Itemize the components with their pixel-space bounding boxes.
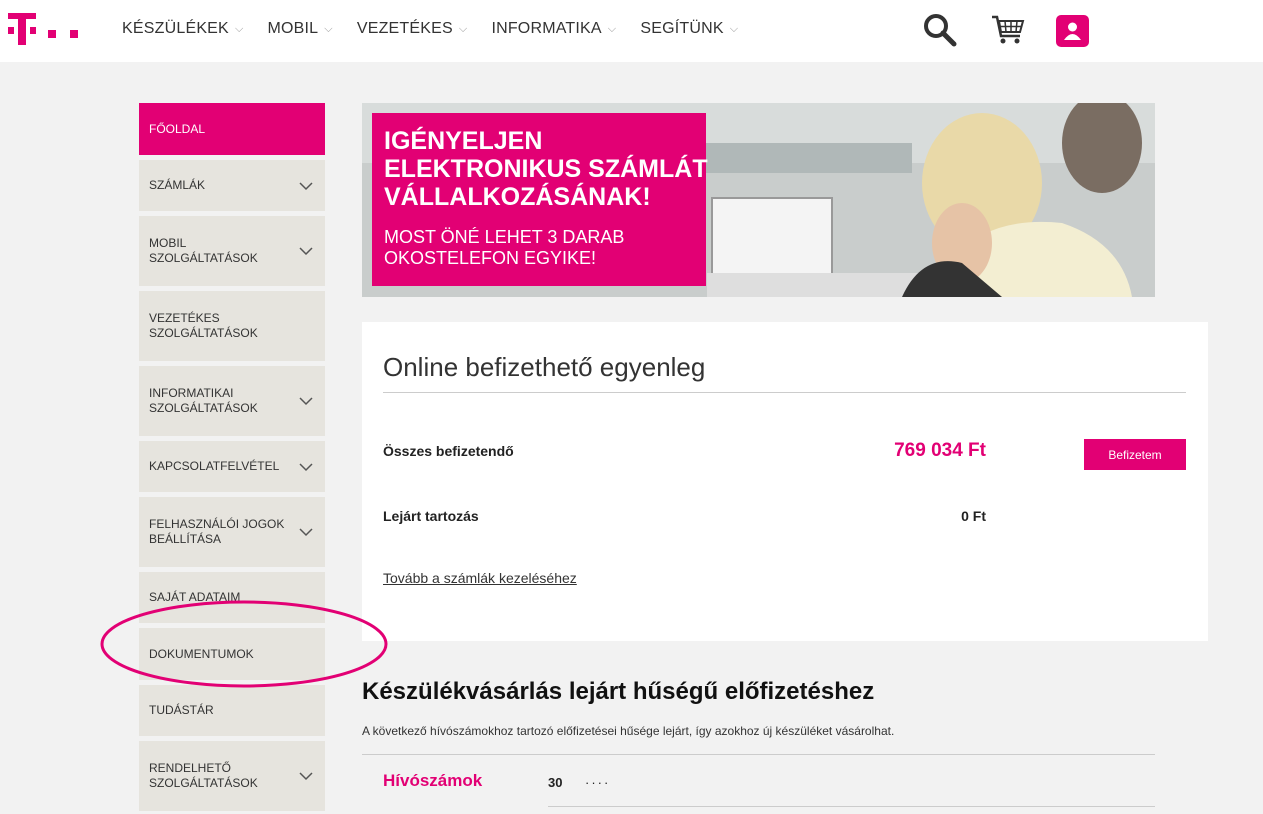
chevron-down-icon: ⌵	[729, 22, 739, 35]
phone-number-prefix[interactable]: 30	[548, 775, 562, 790]
nav-label: INFORMATIKA	[491, 20, 602, 37]
nav-item-segitunk[interactable]: SEGÍTÜNK ⌵	[640, 20, 738, 38]
sidebar-item-rendelheto-szolgaltatasok[interactable]: RENDELHETŐ SZOLGÁLTATÁSOK	[139, 741, 325, 811]
cart-icon[interactable]	[990, 12, 1026, 53]
chevron-down-icon: ⌵	[458, 22, 468, 35]
sidebar-item-mobil-szolgaltatasok[interactable]: MOBIL SZOLGÁLTATÁSOK	[139, 216, 325, 286]
sidebar-item-label: VEZETÉKES SZOLGÁLTATÁSOK	[149, 311, 258, 340]
divider	[548, 806, 1155, 807]
chevron-down-icon: ⌵	[234, 22, 244, 35]
sidebar-item-label: DOKUMENTUMOK	[149, 646, 254, 661]
main-nav: KÉSZÜLÉKEK ⌵ MOBIL ⌵ VEZETÉKES ⌵ INFORMATIK…	[122, 20, 762, 38]
overdue-value: 0 Ft	[961, 508, 986, 524]
balance-card: Online befizethető egyenleg Összes befiz…	[362, 322, 1208, 641]
user-icon[interactable]	[1056, 15, 1089, 52]
total-label: Összes befizetendő	[383, 443, 514, 459]
sidebar-item-szamlak[interactable]: SZÁMLÁK	[139, 160, 325, 211]
device-section-title: Készülékvásárlás lejárt hűségű előfizeté…	[362, 678, 875, 705]
sidebar-item-dokumentumok[interactable]: DOKUMENTUMOK	[139, 628, 325, 680]
top-navigation-bar: KÉSZÜLÉKEK ⌵ MOBIL ⌵ VEZETÉKES ⌵ INFORMATIK…	[0, 0, 1263, 62]
chevron-down-icon	[299, 247, 313, 256]
banner-subline: MOST ÖNÉ LEHET 3 DARAB OKOSTELEFON EGYIK…	[384, 227, 625, 268]
chevron-down-icon	[299, 397, 313, 406]
sidebar-item-informatikai-szolgaltatasok[interactable]: INFORMATIKAI SZOLGÁLTATÁSOK	[139, 366, 325, 436]
nav-item-mobil[interactable]: MOBIL ⌵	[267, 20, 332, 38]
sidebar-item-tudastar[interactable]: TUDÁSTÁR	[139, 685, 325, 736]
chevron-down-icon	[299, 181, 313, 190]
banner-headline: IGÉNYELJEN ELEKTRONIKUS SZÁMLÁT VÁLLALKO…	[384, 127, 708, 211]
promo-banner[interactable]: IGÉNYELJEN ELEKTRONIKUS SZÁMLÁT VÁLLALKO…	[362, 103, 1155, 297]
sidebar-item-sajat-adataim[interactable]: SAJÁT ADATAIM	[139, 572, 325, 623]
sidebar-item-label: FELHASZNÁLÓI JOGOK BEÁLLÍTÁSA	[149, 517, 285, 546]
overdue-label: Lejárt tartozás	[383, 508, 479, 524]
chevron-down-icon	[299, 462, 313, 471]
sidebar-item-label: INFORMATIKAI SZOLGÁLTATÁSOK	[149, 386, 258, 415]
sidebar-item-label: MOBIL SZOLGÁLTATÁSOK	[149, 236, 258, 265]
divider	[383, 392, 1186, 393]
telekom-logo[interactable]	[8, 13, 88, 47]
pay-button[interactable]: Befizetem	[1084, 439, 1186, 470]
nav-item-vezetekes[interactable]: VEZETÉKES ⌵	[357, 20, 468, 38]
chevron-down-icon	[299, 772, 313, 781]
chevron-down-icon: ⌵	[607, 22, 617, 35]
sidebar-item-felhasznaloi-jogok[interactable]: FELHASZNÁLÓI JOGOK BEÁLLÍTÁSA	[139, 497, 325, 567]
sidebar-item-kapcsolatfelvetel[interactable]: KAPCSOLATFELVÉTEL	[139, 441, 325, 492]
nav-label: KÉSZÜLÉKEK	[122, 20, 229, 37]
invoices-link[interactable]: Tovább a számlák kezeléséhez	[383, 570, 577, 586]
search-icon[interactable]	[922, 12, 958, 53]
phone-number-masked[interactable]: ····	[585, 775, 610, 790]
chevron-down-icon	[299, 528, 313, 537]
sidebar-item-vezetekes-szolgaltatasok[interactable]: VEZETÉKES SZOLGÁLTATÁSOK	[139, 291, 325, 361]
total-value: 769 034 Ft	[894, 440, 986, 461]
nav-label: VEZETÉKES	[356, 20, 453, 37]
divider	[362, 754, 1155, 755]
logo-dot	[48, 30, 56, 38]
nav-item-keszulekek[interactable]: KÉSZÜLÉKEK ⌵	[122, 20, 243, 38]
balance-title: Online befizethető egyenleg	[383, 352, 706, 382]
sidebar-item-label: RENDELHETŐ SZOLGÁLTATÁSOK	[149, 761, 258, 790]
phones-label: Hívószámok	[383, 771, 483, 790]
sidebar-item-fooldal[interactable]: FŐOLDAL	[139, 103, 325, 155]
sidebar-item-label: FŐOLDAL	[149, 121, 206, 136]
chevron-down-icon: ⌵	[324, 22, 333, 35]
logo-dot	[70, 30, 78, 38]
nav-label: SEGÍTÜNK	[640, 20, 724, 37]
nav-item-informatika[interactable]: INFORMATIKA ⌵	[491, 20, 616, 38]
sidebar-item-label: SAJÁT ADATAIM	[149, 590, 241, 604]
sidebar-item-label: TUDÁSTÁR	[149, 703, 214, 717]
telekom-t-icon	[8, 13, 36, 45]
device-section-description: A következő hívószámokhoz tartozó előfiz…	[362, 724, 895, 738]
sidebar-item-label: SZÁMLÁK	[149, 178, 206, 192]
nav-label: MOBIL	[267, 20, 319, 37]
sidebar-item-label: KAPCSOLATFELVÉTEL	[149, 459, 280, 473]
